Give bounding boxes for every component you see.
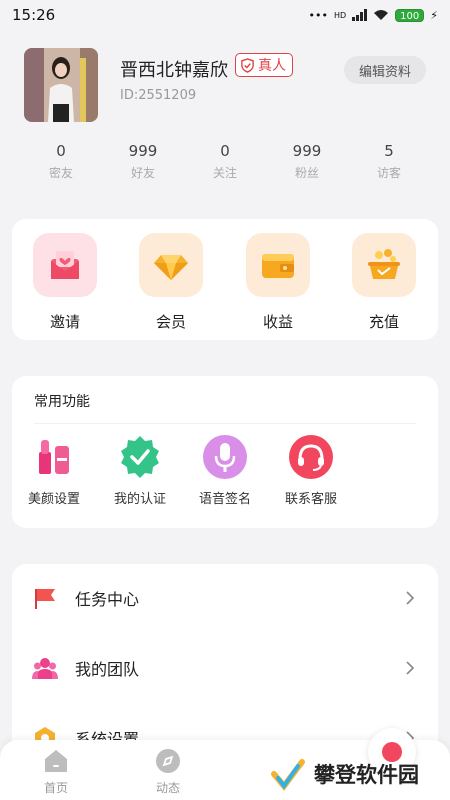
function-contact-support[interactable]: 联系客服 bbox=[266, 434, 356, 507]
watermark: 攀登软件园 bbox=[268, 752, 448, 796]
section-title: 常用功能 bbox=[34, 394, 90, 410]
invite-envelope-icon bbox=[33, 233, 97, 297]
network-label: HD bbox=[333, 10, 347, 20]
verified-badge-label: 真人 bbox=[258, 58, 286, 74]
chevron-right-icon bbox=[406, 591, 415, 605]
tab-label: 首页 bbox=[43, 781, 68, 795]
stat-value: 999 bbox=[128, 142, 158, 160]
menu-task-center[interactable]: 任务中心 bbox=[12, 564, 438, 632]
function-label: 联系客服 bbox=[284, 492, 337, 507]
headset-icon bbox=[288, 434, 334, 480]
menu-my-team[interactable]: 我的团队 bbox=[12, 634, 438, 702]
microphone-icon bbox=[202, 434, 248, 480]
quick-actions-card: 邀请 会员 收益 充值 bbox=[12, 219, 438, 340]
wifi-icon bbox=[374, 10, 389, 20]
stat-label: 访客 bbox=[376, 166, 401, 180]
chevron-right-icon bbox=[406, 661, 415, 675]
stat-label: 粉丝 bbox=[294, 166, 319, 180]
stat-label: 关注 bbox=[212, 166, 237, 180]
quick-action-label: 充值 bbox=[368, 313, 399, 331]
stat-fans[interactable]: 999 粉丝 bbox=[267, 142, 347, 181]
function-label: 我的认证 bbox=[113, 492, 166, 507]
user-id: ID:2551209 bbox=[120, 88, 197, 103]
stat-value: 999 bbox=[292, 142, 322, 160]
quick-action-earnings[interactable]: 收益 bbox=[238, 233, 318, 332]
quick-action-recharge[interactable]: 充值 bbox=[344, 233, 424, 332]
user-name: 晋西北钟嘉欣 bbox=[120, 60, 228, 81]
stat-visitors[interactable]: 5 访客 bbox=[349, 142, 429, 181]
stat-value: 0 bbox=[220, 142, 230, 160]
function-my-certification[interactable]: 我的认证 bbox=[95, 434, 185, 507]
stat-value: 5 bbox=[384, 142, 394, 160]
compass-icon bbox=[155, 748, 181, 774]
team-icon bbox=[32, 655, 58, 681]
home-icon bbox=[43, 748, 69, 774]
cosmetics-icon bbox=[31, 434, 77, 480]
tab-home[interactable]: 首页 bbox=[21, 748, 91, 796]
stat-friends[interactable]: 999 好友 bbox=[103, 142, 183, 181]
vip-diamond-icon bbox=[139, 233, 203, 297]
flag-icon bbox=[32, 585, 58, 611]
coin-pot-icon bbox=[352, 233, 416, 297]
stat-close-friends[interactable]: 0 密友 bbox=[21, 142, 101, 181]
profile-header: 晋西北钟嘉欣 真人 ID:2551209 编辑资料 bbox=[24, 48, 426, 122]
stat-value: 0 bbox=[56, 142, 66, 160]
stats-row: 0 密友 999 好友 0 关注 999 粉丝 5 访客 bbox=[0, 142, 450, 187]
tab-label: 动态 bbox=[155, 781, 180, 795]
signal-icon bbox=[352, 9, 368, 21]
stat-following[interactable]: 0 关注 bbox=[185, 142, 265, 181]
shield-check-icon bbox=[241, 57, 254, 73]
quick-action-label: 邀请 bbox=[49, 313, 80, 331]
function-voice-signature[interactable]: 语音签名 bbox=[180, 434, 270, 507]
menu-label: 任务中心 bbox=[75, 590, 140, 609]
function-label: 语音签名 bbox=[198, 492, 251, 507]
quick-action-label: 收益 bbox=[262, 313, 293, 331]
wallet-icon bbox=[246, 233, 310, 297]
quick-action-invite[interactable]: 邀请 bbox=[25, 233, 105, 332]
edit-profile-button[interactable]: 编辑资料 bbox=[344, 56, 426, 84]
status-time: 15:26 bbox=[12, 6, 56, 24]
quick-action-vip[interactable]: 会员 bbox=[131, 233, 211, 332]
tab-moments[interactable]: 动态 bbox=[133, 748, 203, 796]
stat-label: 好友 bbox=[130, 166, 155, 180]
function-label: 美颜设置 bbox=[27, 492, 80, 507]
function-beauty-settings[interactable]: 美颜设置 bbox=[9, 434, 99, 507]
watermark-text: 攀登软件园 bbox=[314, 763, 419, 787]
stat-label: 密友 bbox=[48, 166, 73, 180]
verified-badge: 真人 bbox=[235, 53, 293, 77]
watermark-logo-icon bbox=[271, 759, 305, 791]
quick-action-label: 会员 bbox=[155, 313, 186, 331]
menu-label: 我的团队 bbox=[75, 660, 140, 679]
status-bar: 15:26 ••• HD 100 ⚡ bbox=[0, 0, 450, 30]
avatar[interactable] bbox=[24, 48, 98, 122]
more-dots-icon: ••• bbox=[308, 8, 328, 22]
common-functions-card: 常用功能 美颜设置 我的认证 语音签名 联系客服 bbox=[12, 376, 438, 528]
charging-icon: ⚡ bbox=[430, 8, 438, 22]
status-indicators: ••• HD 100 ⚡ bbox=[308, 8, 438, 22]
divider bbox=[34, 423, 416, 424]
certified-badge-icon bbox=[117, 434, 163, 480]
battery-indicator: 100 bbox=[395, 8, 425, 22]
